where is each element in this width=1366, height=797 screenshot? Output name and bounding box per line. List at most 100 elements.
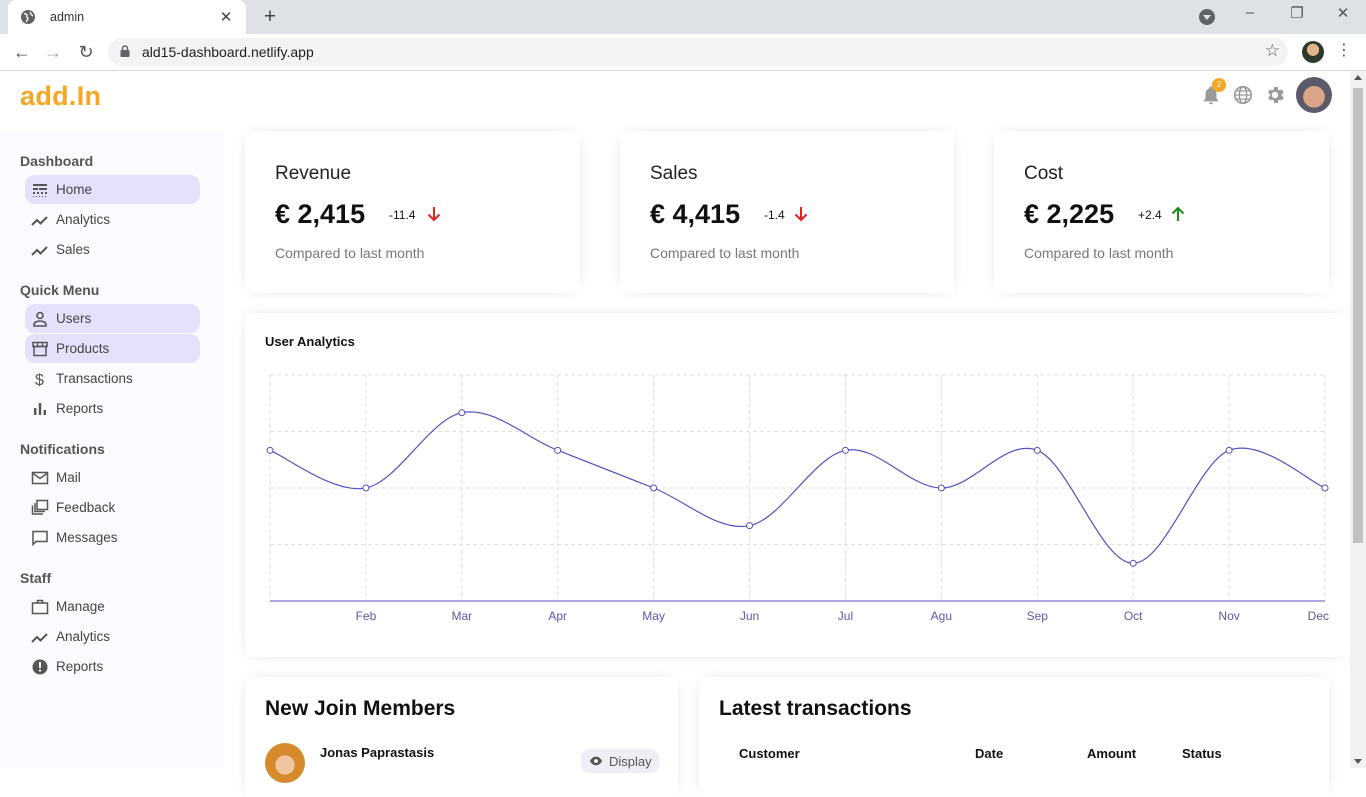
widget-title: Latest transactions — [719, 697, 912, 720]
sidebar-item-messages[interactable]: Messages — [25, 523, 200, 552]
x-tick-label: Nov — [1218, 609, 1239, 623]
report-icon — [32, 659, 48, 674]
forward-icon[interactable]: → — [41, 40, 65, 64]
browser-tab[interactable]: admin ✕ — [8, 0, 246, 34]
sidebar-item-label: Analytics — [56, 629, 111, 644]
dynamic-feed-icon — [31, 499, 49, 515]
bookmark-star-icon[interactable]: ☆ — [1265, 41, 1280, 61]
line-style-icon — [33, 183, 47, 197]
x-tick-label: Feb — [356, 609, 377, 623]
widget-title: New Join Members — [265, 697, 456, 720]
bar-chart-icon — [34, 402, 46, 415]
chart-x-ticks: Feb Mar Apr May Jun Jul Agu Sep Oct Nov Dec — [356, 609, 1329, 623]
person-icon — [33, 311, 47, 327]
sidebar-item-label: Feedback — [56, 500, 116, 515]
page-scrollbar[interactable] — [1350, 71, 1366, 768]
sidebar-section-quick-menu: Quick Menu — [20, 282, 100, 298]
user-avatar[interactable] — [1296, 77, 1332, 113]
sidebar-item-label: Users — [56, 311, 92, 326]
kpi-title: Revenue — [275, 163, 352, 184]
language-icon[interactable] — [1232, 84, 1254, 106]
sidebar-item-label: Transactions — [56, 371, 133, 386]
data-point — [841, 446, 849, 454]
sidebar: Dashboard Home Analytics Sales Quick Men… — [0, 130, 224, 768]
svg-text:$: $ — [35, 372, 44, 388]
chat-bubble-icon — [32, 530, 48, 546]
x-tick-label: Dec — [1308, 609, 1329, 623]
sidebar-item-label: Messages — [56, 530, 118, 545]
sidebar-item-feedback[interactable]: Feedback — [25, 493, 200, 522]
restore-icon[interactable]: ❐ — [1287, 4, 1307, 22]
scroll-up-arrow-icon[interactable] — [1354, 75, 1362, 80]
address-toolbar: ← → ↻ ald15-dashboard.netlify.app ☆ — [0, 34, 1366, 71]
back-icon[interactable]: ← — [10, 40, 34, 64]
sidebar-item-staff-reports[interactable]: Reports — [25, 652, 200, 681]
sidebar-item-staff-analytics[interactable]: Analytics — [25, 622, 200, 651]
main-content: Revenue € 2,415 -11.4 Compared to last m… — [224, 130, 1350, 797]
data-point — [554, 446, 562, 454]
data-point — [1129, 559, 1137, 567]
browser-profile-avatar[interactable] — [1302, 41, 1324, 63]
sidebar-item-home[interactable]: Home — [25, 175, 200, 204]
kpi-money: € 2,225 — [1024, 199, 1115, 229]
sidebar-item-label: Reports — [56, 401, 104, 416]
data-point — [650, 484, 658, 492]
sidebar-item-label: Home — [56, 182, 93, 197]
sidebar-item-products[interactable]: Products — [25, 334, 200, 363]
new-tab-icon[interactable]: + — [260, 5, 280, 29]
scrollbar-thumb[interactable] — [1353, 88, 1363, 543]
kpi-title: Sales — [650, 163, 698, 184]
sidebar-section-staff: Staff — [20, 570, 52, 586]
reload-icon[interactable]: ↻ — [74, 40, 98, 64]
logo[interactable]: add.In — [20, 81, 101, 112]
sidebar-item-transactions[interactable]: $ Transactions — [25, 364, 200, 393]
work-icon — [31, 599, 49, 614]
tab-search-icon[interactable] — [1199, 9, 1215, 25]
column-header-amount: Amount — [1087, 746, 1137, 761]
sidebar-item-sales[interactable]: Sales — [25, 235, 200, 264]
topbar: add.In 2 — [0, 71, 1350, 130]
member-avatar — [265, 743, 305, 783]
dollar-icon: $ — [35, 372, 44, 388]
kpi-rate: +2.4 — [1138, 208, 1162, 222]
window-close-icon[interactable]: ✕ — [1333, 4, 1353, 22]
lock-icon — [120, 45, 130, 57]
sidebar-item-manage[interactable]: Manage — [25, 592, 200, 621]
sidebar-item-mail[interactable]: Mail — [25, 463, 200, 492]
column-header-date: Date — [975, 746, 1004, 761]
display-button[interactable]: Display — [581, 749, 659, 773]
data-point — [458, 409, 466, 417]
x-tick-label: Apr — [548, 609, 567, 623]
url-text: ald15-dashboard.netlify.app — [142, 44, 314, 60]
storefront-icon — [32, 341, 48, 356]
minimize-icon[interactable]: – — [1240, 4, 1260, 21]
trending-up-icon — [31, 215, 48, 226]
x-tick-label: Sep — [1027, 609, 1049, 623]
user-analytics-line-chart: Feb Mar Apr May Jun Jul Agu Sep Oct Nov Dec — [266, 374, 1329, 623]
kpi-rate: -1.4 — [764, 208, 785, 222]
sidebar-item-analytics[interactable]: Analytics — [25, 205, 200, 234]
column-header-status: Status — [1182, 746, 1222, 761]
kpi-card-cost: Cost € 2,225 +2.4 Compared to last month — [994, 131, 1329, 293]
browser-menu-icon[interactable]: ⋮ — [1336, 40, 1352, 60]
x-tick-label: Jul — [838, 609, 853, 623]
data-point — [1225, 446, 1233, 454]
sidebar-item-users[interactable]: Users — [25, 304, 200, 333]
address-bar[interactable]: ald15-dashboard.netlify.app ☆ — [108, 38, 1288, 66]
x-tick-label: Mar — [451, 609, 472, 623]
sidebar-item-reports[interactable]: Reports — [25, 394, 200, 423]
app: add.In 2 Dashboard Home Analytics Sales … — [0, 71, 1350, 797]
new-members-widget: New Join Members Jonas Paprastasis Displ… — [245, 677, 678, 797]
sidebar-item-label: Sales — [56, 242, 90, 257]
tab-close-icon[interactable]: ✕ — [218, 8, 234, 26]
settings-icon[interactable] — [1264, 84, 1286, 106]
kpi-subtitle: Compared to last month — [650, 245, 800, 261]
scroll-down-arrow-icon[interactable] — [1354, 759, 1362, 764]
member-name: Jonas Paprastasis — [320, 745, 435, 760]
notifications-icon[interactable]: 2 — [1200, 78, 1226, 106]
sidebar-section-notifications: Notifications — [20, 441, 105, 457]
arrow-down-icon — [794, 207, 808, 222]
arrow-up-icon — [1171, 206, 1185, 221]
arrow-down-icon — [427, 207, 441, 222]
topbar-icons: 2 — [1200, 77, 1332, 113]
